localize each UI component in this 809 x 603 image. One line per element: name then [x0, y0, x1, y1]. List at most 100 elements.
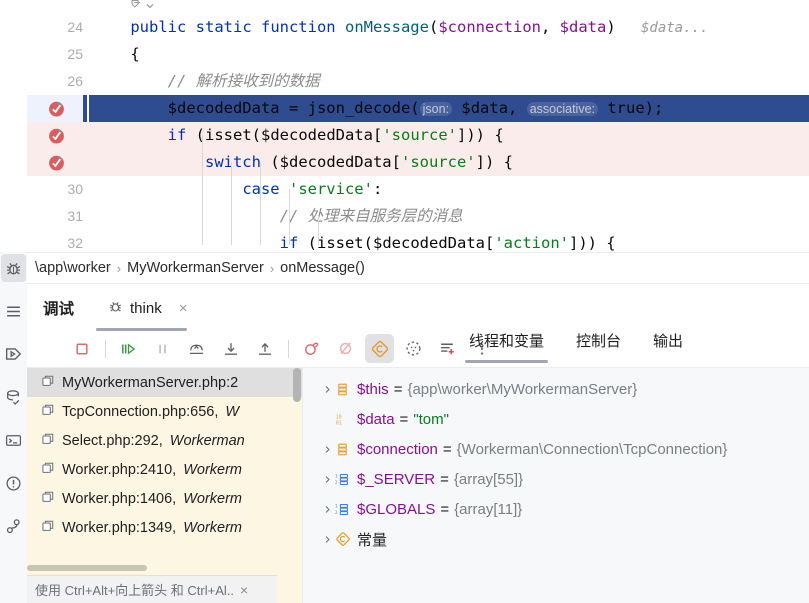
step-into-button[interactable]	[216, 334, 245, 363]
frame-icon	[41, 461, 55, 479]
code-line[interactable]: switch ($decodedData['source']) {	[27, 149, 809, 176]
chevron-right-icon[interactable]	[319, 535, 335, 544]
stack-frame-item[interactable]: Worker.php:1349, Workerm	[27, 513, 302, 542]
ide-window: 24 public static function onMessage($con…	[0, 0, 809, 603]
view-breakpoints-button[interactable]	[297, 334, 326, 363]
terminal-icon[interactable]	[1, 426, 26, 454]
code-line[interactable]: $decodedData = json_decode(json: $data, …	[27, 95, 809, 122]
frame-class: Workerm	[183, 519, 243, 536]
stop-button[interactable]	[67, 334, 96, 363]
variable-row[interactable]: $connection = {Workerman\Connection\TcpCon…	[303, 434, 809, 464]
line-number: 26	[67, 73, 83, 89]
frames-scrollbar[interactable]	[293, 368, 301, 402]
rail-bottom-filler	[0, 575, 27, 603]
settings-button[interactable]	[399, 334, 428, 363]
run-icon[interactable]	[1, 340, 26, 368]
variable-row[interactable]: 常量	[303, 524, 809, 554]
code-line-text: // 处理来自服务层的消息	[93, 203, 463, 230]
code-line-text: switch ($decodedData['source']) {	[93, 149, 513, 176]
line-number: 32	[67, 235, 83, 251]
variable-equals: =	[440, 500, 450, 518]
variable-row[interactable]: 1 2 $GLOBALS = {array[11]}	[303, 494, 809, 524]
code-token: // 处理来自服务层的消息	[93, 207, 463, 225]
step-over-button[interactable]	[182, 334, 211, 363]
debug-icon[interactable]	[1, 254, 26, 282]
breakpoint-icon[interactable]	[47, 153, 66, 172]
parameter-hint: json:	[419, 102, 453, 116]
stack-frame-item[interactable]: Worker.php:2410, Workerm	[27, 455, 302, 484]
stack-frame-item[interactable]: MyWorkermanServer.php:2	[27, 368, 302, 397]
object-icon	[335, 442, 357, 457]
chevron-right-icon[interactable]	[319, 505, 335, 514]
frame-file: TcpConnection.php:656,	[62, 403, 219, 420]
tab-console[interactable]: 控制台	[574, 324, 623, 363]
close-icon[interactable]: ×	[179, 300, 188, 317]
add-watch-button[interactable]	[433, 334, 462, 363]
code-line[interactable]: 30 case 'service':	[27, 176, 809, 203]
variable-row[interactable]: $this = {app\worker\MyWorkermanServer}	[303, 374, 809, 404]
breadcrumb-item-0[interactable]: \app\worker	[35, 260, 111, 276]
code-line[interactable]: if (isset($decodedData['source'])) {	[27, 122, 809, 149]
problems-icon[interactable]	[1, 469, 26, 497]
breakpoint-icon[interactable]	[47, 126, 66, 145]
frame-icon	[41, 432, 55, 450]
code-line[interactable]: 26 // 解析接收到的数据	[27, 68, 809, 95]
variable-value: {app\worker\MyWorkermanServer}	[407, 380, 638, 398]
breadcrumb-item-1[interactable]: MyWorkermanServer	[127, 260, 264, 276]
tab-output[interactable]: 输出	[651, 324, 685, 363]
svg-text:10: 10	[336, 414, 342, 420]
pause-button[interactable]	[148, 334, 177, 363]
chevron-down-icon[interactable]	[145, 0, 155, 16]
array-icon: 12	[335, 502, 357, 517]
code-token: (	[195, 126, 205, 144]
tab-threads-and-variables[interactable]: 线程和变量	[465, 324, 549, 363]
chevron-right-icon[interactable]	[319, 475, 335, 484]
call-stack-frames[interactable]: MyWorkermanServer.php:2 TcpConnection.php…	[27, 368, 302, 603]
code-editor[interactable]: 24 public static function onMessage($con…	[27, 0, 809, 252]
code-token: ]) {	[475, 153, 513, 171]
breakpoint-icon[interactable]	[47, 99, 66, 118]
variable-name: $GLOBALS	[357, 500, 436, 518]
frames-horizontal-scrollbar[interactable]	[27, 565, 147, 571]
variable-name: $_SERVER	[357, 470, 436, 488]
code-line[interactable]: 31 // 处理来自服务层的消息	[27, 203, 809, 230]
code-token: case	[242, 180, 289, 198]
editor-floating-toolbar[interactable]	[130, 0, 155, 15]
tab-think[interactable]: think ×	[96, 285, 193, 331]
stack-frame-item[interactable]: Select.php:292, Workerman	[27, 426, 302, 455]
tab-output-label: 输出	[653, 333, 684, 350]
code-lines[interactable]: 24 public static function onMessage($con…	[27, 14, 809, 252]
code-token: $decodedData	[373, 234, 485, 252]
chevron-right-icon[interactable]	[319, 385, 335, 394]
resume-button[interactable]	[114, 334, 143, 363]
status-hint-text: 使用 Ctrl+Alt+向上箭头 和 Ctrl+Al..	[35, 583, 234, 598]
variable-value: "tom"	[413, 410, 449, 428]
variable-value: {array[11]}	[454, 500, 523, 518]
git-branch-icon[interactable]	[1, 512, 26, 540]
code-line[interactable]: 32 if (isset($decodedData['action'])) {	[27, 230, 809, 252]
variables-tree[interactable]: $this = {app\worker\MyWorkermanServer} 10 01…	[303, 368, 809, 603]
code-token: isset	[205, 126, 252, 144]
inspection-widget-icon[interactable]	[130, 0, 143, 16]
database-icon[interactable]	[1, 383, 26, 411]
frame-file: Select.php:292,	[62, 432, 163, 449]
stack-frame-item[interactable]: Worker.php:1406, Workerm	[27, 484, 302, 513]
variable-row[interactable]: 1 2 $_SERVER = {array[55]}	[303, 464, 809, 494]
svg-text:2: 2	[335, 509, 338, 514]
breadcrumb-item-2[interactable]: onMessage()	[280, 260, 365, 276]
close-icon[interactable]: ×	[240, 582, 248, 598]
code-line[interactable]: 25 {	[27, 41, 809, 68]
constants-button[interactable]	[365, 334, 394, 363]
stack-frame-item[interactable]: TcpConnection.php:656, W	[27, 397, 302, 426]
debug-toolbar	[27, 330, 809, 368]
chevron-right-icon[interactable]	[319, 445, 335, 454]
code-token: if	[167, 126, 196, 144]
step-out-button[interactable]	[250, 334, 279, 363]
code-token: :	[372, 180, 383, 198]
breadcrumb[interactable]: \app\worker › MyWorkermanServer › onMess…	[27, 252, 809, 283]
code-line[interactable]: 24 public static function onMessage($con…	[27, 14, 809, 41]
mute-breakpoints-button[interactable]	[331, 334, 360, 363]
variable-row[interactable]: 10 01 $data = "tom"	[303, 404, 809, 434]
frame-icon	[41, 374, 55, 392]
list-icon[interactable]	[1, 297, 26, 325]
